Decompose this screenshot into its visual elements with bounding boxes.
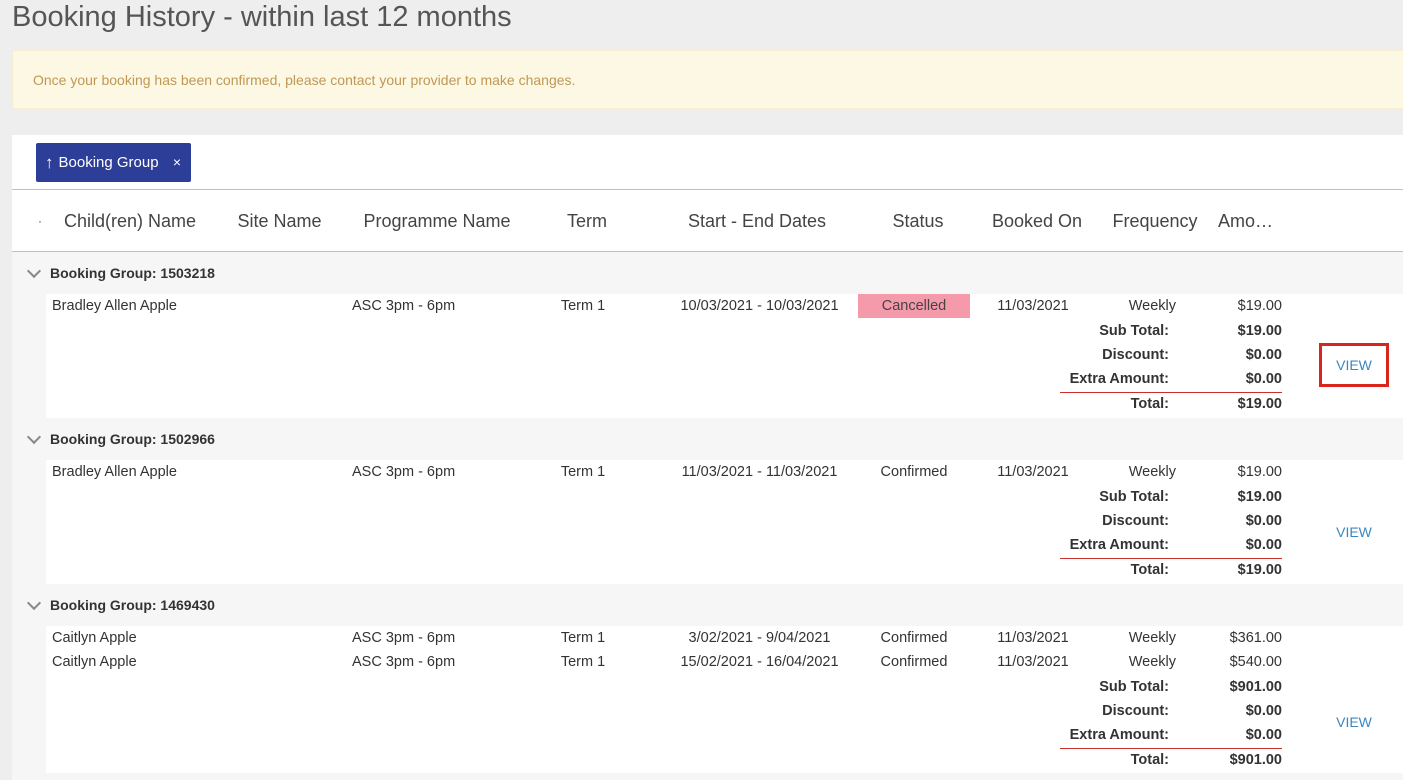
extra-amount-label: Extra Amount: xyxy=(1069,727,1169,743)
group-by-label: Booking Group xyxy=(58,154,159,171)
sub-total-label: Sub Total: xyxy=(1099,679,1169,695)
extra-amount-value: $0.00 xyxy=(1245,727,1282,743)
row-gutter xyxy=(12,460,46,584)
status-text: Confirmed xyxy=(880,630,948,646)
sub-total-value: $901.00 xyxy=(1229,679,1282,695)
cell-programme: ASC 3pm - 6pm xyxy=(352,464,456,480)
cell-programme: ASC 3pm - 6pm xyxy=(352,298,456,314)
cell-frequency: Weekly xyxy=(1128,298,1176,314)
sub-total-value: $19.00 xyxy=(1237,323,1282,339)
group-header[interactable]: Booking Group: 1503218 xyxy=(12,252,1403,294)
row-gutter xyxy=(12,626,46,774)
chevron-down-icon[interactable] xyxy=(27,432,41,446)
column-header-drag[interactable]: · xyxy=(34,190,46,252)
booking-group: Booking Group: 1469430 Caitlyn Apple ASC… xyxy=(12,584,1403,774)
status-text: Confirmed xyxy=(880,464,948,480)
view-button[interactable]: VIEW xyxy=(1319,510,1389,554)
extra-amount-label: Extra Amount: xyxy=(1069,371,1169,387)
column-header-frequency[interactable]: Frequency xyxy=(1102,190,1208,252)
group-body: Caitlyn Apple ASC 3pm - 6pm Term 1 3/02/… xyxy=(12,626,1403,774)
extra-amount-value: $0.00 xyxy=(1245,537,1282,553)
column-header-row: · Child(ren) Name Site Name Programme Na… xyxy=(12,190,1403,252)
discount-label: Discount: xyxy=(1102,347,1169,363)
notice-text: Once your booking has been confirmed, pl… xyxy=(33,71,576,88)
total-value: $901.00 xyxy=(1229,752,1282,768)
sub-total-value: $19.00 xyxy=(1237,489,1282,505)
cell-booked-on: 11/03/2021 xyxy=(997,464,1069,480)
cell-booked-on: 11/03/2021 xyxy=(997,654,1069,670)
view-button[interactable]: VIEW xyxy=(1319,700,1389,744)
cell-frequency: Weekly xyxy=(1128,464,1176,480)
column-header-dates[interactable]: Start - End Dates xyxy=(662,190,852,252)
cell-frequency: Weekly xyxy=(1128,630,1176,646)
sub-total-label: Sub Total: xyxy=(1099,489,1169,505)
total-label: Total: xyxy=(1130,396,1169,412)
group-header[interactable]: Booking Group: 1469430 xyxy=(12,584,1403,626)
booking-group: Booking Group: 1502966 Bradley Allen App… xyxy=(12,418,1403,584)
group-body: Bradley Allen Apple ASC 3pm - 6pm Term 1… xyxy=(12,460,1403,584)
column-header-child[interactable]: Child(ren) Name xyxy=(50,190,210,252)
discount-value: $0.00 xyxy=(1245,347,1282,363)
cell-dates: 15/02/2021 - 16/04/2021 xyxy=(680,654,839,670)
group-header-label: Booking Group: 1502966 xyxy=(50,431,215,447)
chevron-down-icon[interactable] xyxy=(27,266,41,280)
cell-programme: ASC 3pm - 6pm xyxy=(352,654,456,670)
chevron-down-icon[interactable] xyxy=(27,598,41,612)
group-by-chip[interactable]: ↑ Booking Group × xyxy=(36,143,191,182)
view-button[interactable]: VIEW xyxy=(1319,343,1389,387)
cell-frequency: Weekly xyxy=(1128,654,1176,670)
column-header-term[interactable]: Term xyxy=(542,190,632,252)
total-label: Total: xyxy=(1130,562,1169,578)
cell-child: Caitlyn Apple xyxy=(52,630,137,646)
cell-child: Bradley Allen Apple xyxy=(52,298,177,314)
column-header-amount[interactable]: Amo… xyxy=(1218,190,1288,252)
status-text: Confirmed xyxy=(880,654,948,670)
cell-dates: 3/02/2021 - 9/04/2021 xyxy=(688,630,831,646)
extra-amount-label: Extra Amount: xyxy=(1069,537,1169,553)
cell-term: Term 1 xyxy=(560,464,606,480)
grid-footer-strip xyxy=(12,773,1403,780)
cell-term: Term 1 xyxy=(560,630,606,646)
page-title: Booking History - within last 12 months xyxy=(12,1,512,33)
total-value: $19.00 xyxy=(1237,562,1282,578)
column-header-booked-on[interactable]: Booked On xyxy=(982,190,1092,252)
cell-dates: 10/03/2021 - 10/03/2021 xyxy=(680,298,839,314)
column-header-site[interactable]: Site Name xyxy=(222,190,337,252)
group-header[interactable]: Booking Group: 1502966 xyxy=(12,418,1403,460)
row-gutter xyxy=(12,294,46,418)
column-header-status[interactable]: Status xyxy=(868,190,968,252)
column-header-programme[interactable]: Programme Name xyxy=(347,190,527,252)
discount-label: Discount: xyxy=(1102,513,1169,529)
cell-amount: $540.00 xyxy=(1229,654,1282,670)
cell-booked-on: 11/03/2021 xyxy=(997,630,1069,646)
arrow-up-icon[interactable]: ↑ xyxy=(45,153,54,173)
discount-label: Discount: xyxy=(1102,703,1169,719)
group-header-label: Booking Group: 1503218 xyxy=(50,265,215,281)
cell-dates: 11/03/2021 - 11/03/2021 xyxy=(681,464,838,480)
cell-amount: $361.00 xyxy=(1229,630,1282,646)
total-value: $19.00 xyxy=(1237,396,1282,412)
cell-programme: ASC 3pm - 6pm xyxy=(352,630,456,646)
booking-group: Booking Group: 1503218 Bradley Allen App… xyxy=(12,252,1403,418)
sub-total-label: Sub Total: xyxy=(1099,323,1169,339)
group-header-label: Booking Group: 1469430 xyxy=(50,597,215,613)
status-badge: Cancelled xyxy=(858,294,970,318)
info-notice: Once your booking has been confirmed, pl… xyxy=(12,50,1403,109)
cell-child: Caitlyn Apple xyxy=(52,654,137,670)
cell-term: Term 1 xyxy=(560,298,606,314)
close-icon[interactable]: × xyxy=(173,154,181,170)
cell-amount: $19.00 xyxy=(1237,464,1282,480)
cell-term: Term 1 xyxy=(560,654,606,670)
discount-value: $0.00 xyxy=(1245,703,1282,719)
extra-amount-value: $0.00 xyxy=(1245,371,1282,387)
cell-amount: $19.00 xyxy=(1237,298,1282,314)
booking-grid: ↑ Booking Group × · Child(ren) Name Site… xyxy=(12,135,1403,780)
group-by-bar: ↑ Booking Group × xyxy=(12,135,1403,190)
discount-value: $0.00 xyxy=(1245,513,1282,529)
cell-child: Bradley Allen Apple xyxy=(52,464,177,480)
group-body: Bradley Allen Apple ASC 3pm - 6pm Term 1… xyxy=(12,294,1403,418)
total-label: Total: xyxy=(1130,752,1169,768)
cell-booked-on: 11/03/2021 xyxy=(997,298,1069,314)
